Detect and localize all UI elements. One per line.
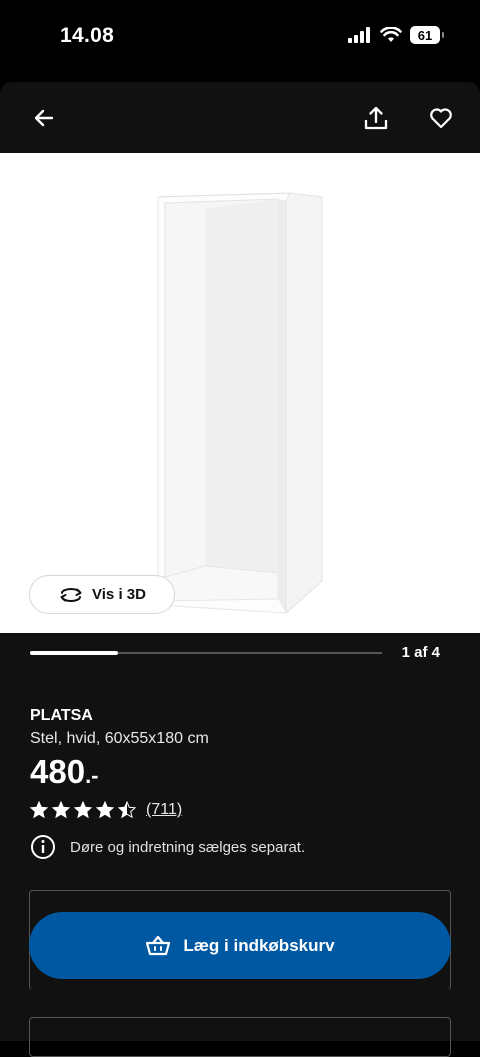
battery-level: 61 (417, 27, 433, 43)
separate-sale-notice: Døre og indretning sælges separat. (30, 834, 305, 860)
rotate-3d-icon (60, 587, 82, 602)
star-full-icon (96, 801, 114, 819)
wifi-icon (380, 27, 402, 42)
price-value: 480 (30, 753, 86, 790)
status-icons: 61 (348, 26, 444, 44)
secondary-panel (29, 1017, 451, 1057)
product-description: Stel, hvid, 60x55x180 cm (30, 730, 209, 747)
product-image[interactable]: Vis i 3D (0, 153, 480, 633)
heart-icon (430, 108, 452, 129)
star-full-icon (74, 801, 92, 819)
gallery-page-indicator: 1 af 4 (401, 644, 440, 661)
status-time: 14.08 (60, 24, 115, 47)
rating-stars (30, 801, 136, 819)
arrow-left-icon (34, 109, 54, 127)
product-details: 1 af 4 PLATSA Stel, hvid, 60x55x180 cm 4… (0, 633, 480, 1057)
star-full-icon (30, 801, 48, 819)
product-name: PLATSA (30, 707, 93, 724)
status-bar: 14.08 61 (0, 0, 480, 82)
share-button[interactable] (362, 104, 390, 132)
app-header (0, 82, 480, 153)
share-icon (364, 106, 388, 130)
gallery-progress-track (30, 651, 382, 655)
view-3d-button[interactable]: Vis i 3D (29, 575, 175, 614)
add-to-cart-label: Læg i indkøbskurv (183, 935, 335, 955)
rating[interactable]: (711) (30, 801, 182, 819)
notice-text: Døre og indretning sælges separat. (70, 838, 306, 856)
wardrobe-frame-image (157, 192, 323, 615)
star-half-icon (118, 801, 136, 819)
add-to-cart-button[interactable]: Læg i indkøbskurv (29, 912, 451, 979)
price-suffix: .- (85, 763, 99, 788)
signal-icon (348, 27, 370, 43)
back-button[interactable] (30, 104, 58, 132)
star-full-icon (52, 801, 70, 819)
product-price: 480.- (30, 753, 99, 791)
review-count-link[interactable]: (711) (146, 801, 182, 819)
info-icon (31, 835, 55, 859)
basket-icon (146, 935, 171, 955)
gallery-progress-fill (30, 651, 118, 655)
view-3d-label: Vis i 3D (92, 586, 146, 603)
battery-indicator: 61 (410, 26, 444, 44)
favorite-button[interactable] (427, 104, 455, 132)
